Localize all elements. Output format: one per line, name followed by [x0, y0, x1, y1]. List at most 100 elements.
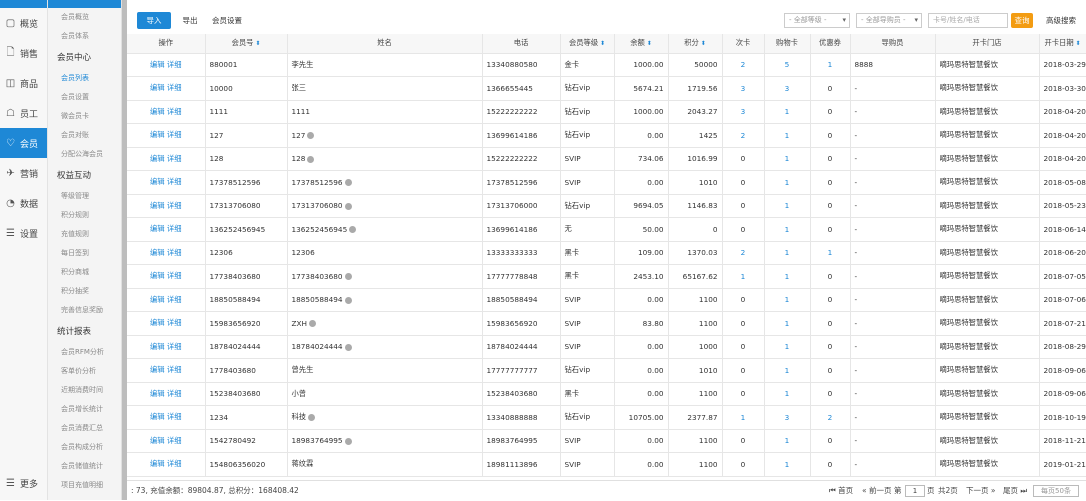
- subnav-item[interactable]: 完善信息奖励: [48, 301, 121, 320]
- detail-link[interactable]: 详细: [167, 224, 182, 233]
- detail-link[interactable]: 详细: [167, 389, 182, 398]
- member-settings-button[interactable]: 会员设置: [207, 12, 247, 29]
- cell-value[interactable]: 1: [785, 178, 790, 187]
- subnav-item[interactable]: 客单价分析: [48, 362, 121, 381]
- edit-link[interactable]: 编辑: [150, 271, 165, 280]
- detail-link[interactable]: 详细: [167, 436, 182, 445]
- cell-value[interactable]: 1: [785, 460, 790, 469]
- detail-link[interactable]: 详细: [167, 342, 182, 351]
- cell-value[interactable]: 5: [785, 60, 790, 69]
- cell-value[interactable]: 1: [785, 107, 790, 116]
- subnav-item[interactable]: 会员构成分析: [48, 438, 121, 457]
- cell-value[interactable]: 3: [741, 84, 746, 93]
- subnav-item[interactable]: 项目充值明细: [48, 476, 121, 495]
- detail-link[interactable]: 详细: [167, 412, 182, 421]
- subnav-item[interactable]: 分配公海会员: [48, 145, 121, 164]
- detail-link[interactable]: 详细: [167, 154, 182, 163]
- cell-value[interactable]: 2: [741, 131, 746, 140]
- subnav-item[interactable]: 微会员卡: [48, 107, 121, 126]
- next-page-link[interactable]: 下一页 »: [966, 481, 995, 501]
- cell-value[interactable]: 1: [785, 201, 790, 210]
- subnav-item[interactable]: 充值规则: [48, 225, 121, 244]
- edit-link[interactable]: 编辑: [150, 201, 165, 210]
- cell-value[interactable]: 3: [785, 84, 790, 93]
- detail-link[interactable]: 详细: [167, 365, 182, 374]
- nav-item-5[interactable]: ✈ 营销: [0, 158, 47, 188]
- subnav-item[interactable]: 会员设置: [48, 88, 121, 107]
- subnav-item[interactable]: 会员列表: [48, 69, 121, 88]
- nav-item-more[interactable]: ☰ 更多: [0, 468, 38, 498]
- subnav-item[interactable]: 近期消费时间: [48, 381, 121, 400]
- cell-value[interactable]: 1: [785, 366, 790, 375]
- detail-link[interactable]: 详细: [167, 201, 182, 210]
- detail-link[interactable]: 详细: [167, 83, 182, 92]
- column-header[interactable]: 余额 ⬍: [614, 34, 669, 54]
- edit-link[interactable]: 编辑: [150, 412, 165, 421]
- search-button[interactable]: 查询: [1011, 13, 1033, 28]
- subnav-item[interactable]: 会员体系: [48, 27, 121, 46]
- edit-link[interactable]: 编辑: [150, 365, 165, 374]
- column-header[interactable]: 会员号 ⬍: [205, 34, 288, 54]
- subnav-item[interactable]: 会员概览: [48, 8, 121, 27]
- export-button[interactable]: 导出: [177, 12, 203, 29]
- search-input[interactable]: 卡号/姓名/电话: [928, 13, 1008, 28]
- detail-link[interactable]: 详细: [167, 295, 182, 304]
- cell-value[interactable]: 1: [785, 272, 790, 281]
- cell-value[interactable]: 1: [785, 389, 790, 398]
- nav-item-4[interactable]: ♡ 会员: [0, 128, 47, 158]
- edit-link[interactable]: 编辑: [150, 295, 165, 304]
- cell-value[interactable]: 1: [741, 413, 746, 422]
- edit-link[interactable]: 编辑: [150, 130, 165, 139]
- nav-item-1[interactable]: 🗋 销售: [0, 38, 47, 68]
- column-header[interactable]: 会员等级 ⬍: [560, 34, 615, 54]
- cell-value[interactable]: 3: [741, 107, 746, 116]
- detail-link[interactable]: 详细: [167, 107, 182, 116]
- detail-link[interactable]: 详细: [167, 130, 182, 139]
- cell-value[interactable]: 1: [785, 154, 790, 163]
- cell-value[interactable]: 1: [785, 436, 790, 445]
- subnav-item[interactable]: 会员RFM分析: [48, 343, 121, 362]
- first-page-link[interactable]: ⏮ 首页: [829, 481, 853, 501]
- subnav-item[interactable]: 会员对账: [48, 126, 121, 145]
- subnav-item[interactable]: 会员消费汇总: [48, 419, 121, 438]
- import-button[interactable]: 导入: [137, 12, 171, 29]
- nav-item-0[interactable]: ▢ 概览: [0, 8, 47, 38]
- subnav-item[interactable]: 等级管理: [48, 187, 121, 206]
- detail-link[interactable]: 详细: [167, 248, 182, 257]
- cell-value[interactable]: 1: [828, 60, 833, 69]
- edit-link[interactable]: 编辑: [150, 224, 165, 233]
- cell-value[interactable]: 1: [785, 319, 790, 328]
- shopper-select[interactable]: - 全部导购员 - ▾: [856, 13, 922, 28]
- edit-link[interactable]: 编辑: [150, 436, 165, 445]
- nav-item-2[interactable]: ◫ 商品: [0, 68, 47, 98]
- detail-link[interactable]: 详细: [167, 459, 182, 468]
- cell-value[interactable]: 1: [785, 295, 790, 304]
- cell-value[interactable]: 1: [828, 248, 833, 257]
- advanced-search-button[interactable]: 高级搜索: [1039, 12, 1083, 29]
- cell-value[interactable]: 3: [785, 413, 790, 422]
- detail-link[interactable]: 详细: [167, 177, 182, 186]
- edit-link[interactable]: 编辑: [150, 342, 165, 351]
- edit-link[interactable]: 编辑: [150, 459, 165, 468]
- cell-value[interactable]: 1: [741, 272, 746, 281]
- subnav-item[interactable]: 积分抽奖: [48, 282, 121, 301]
- detail-link[interactable]: 详细: [167, 60, 182, 69]
- cell-value[interactable]: 2: [741, 248, 746, 257]
- cell-value[interactable]: 1: [785, 342, 790, 351]
- prev-page-link[interactable]: « 前一页: [862, 481, 891, 501]
- last-page-link[interactable]: 尾页 ⏭: [1003, 481, 1027, 501]
- cell-value[interactable]: 2: [828, 413, 833, 422]
- subnav-item[interactable]: 会员储值统计: [48, 457, 121, 476]
- detail-link[interactable]: 详细: [167, 318, 182, 327]
- edit-link[interactable]: 编辑: [150, 248, 165, 257]
- nav-item-3[interactable]: ☖ 员工: [0, 98, 47, 128]
- detail-link[interactable]: 详细: [167, 271, 182, 280]
- edit-link[interactable]: 编辑: [150, 154, 165, 163]
- edit-link[interactable]: 编辑: [150, 107, 165, 116]
- per-page-select[interactable]: 每页50条: [1033, 485, 1079, 497]
- page-number-input[interactable]: 1: [905, 485, 925, 497]
- cell-value[interactable]: 1: [785, 248, 790, 257]
- edit-link[interactable]: 编辑: [150, 389, 165, 398]
- column-header[interactable]: 开卡日期 ⬍: [1039, 34, 1086, 54]
- edit-link[interactable]: 编辑: [150, 318, 165, 327]
